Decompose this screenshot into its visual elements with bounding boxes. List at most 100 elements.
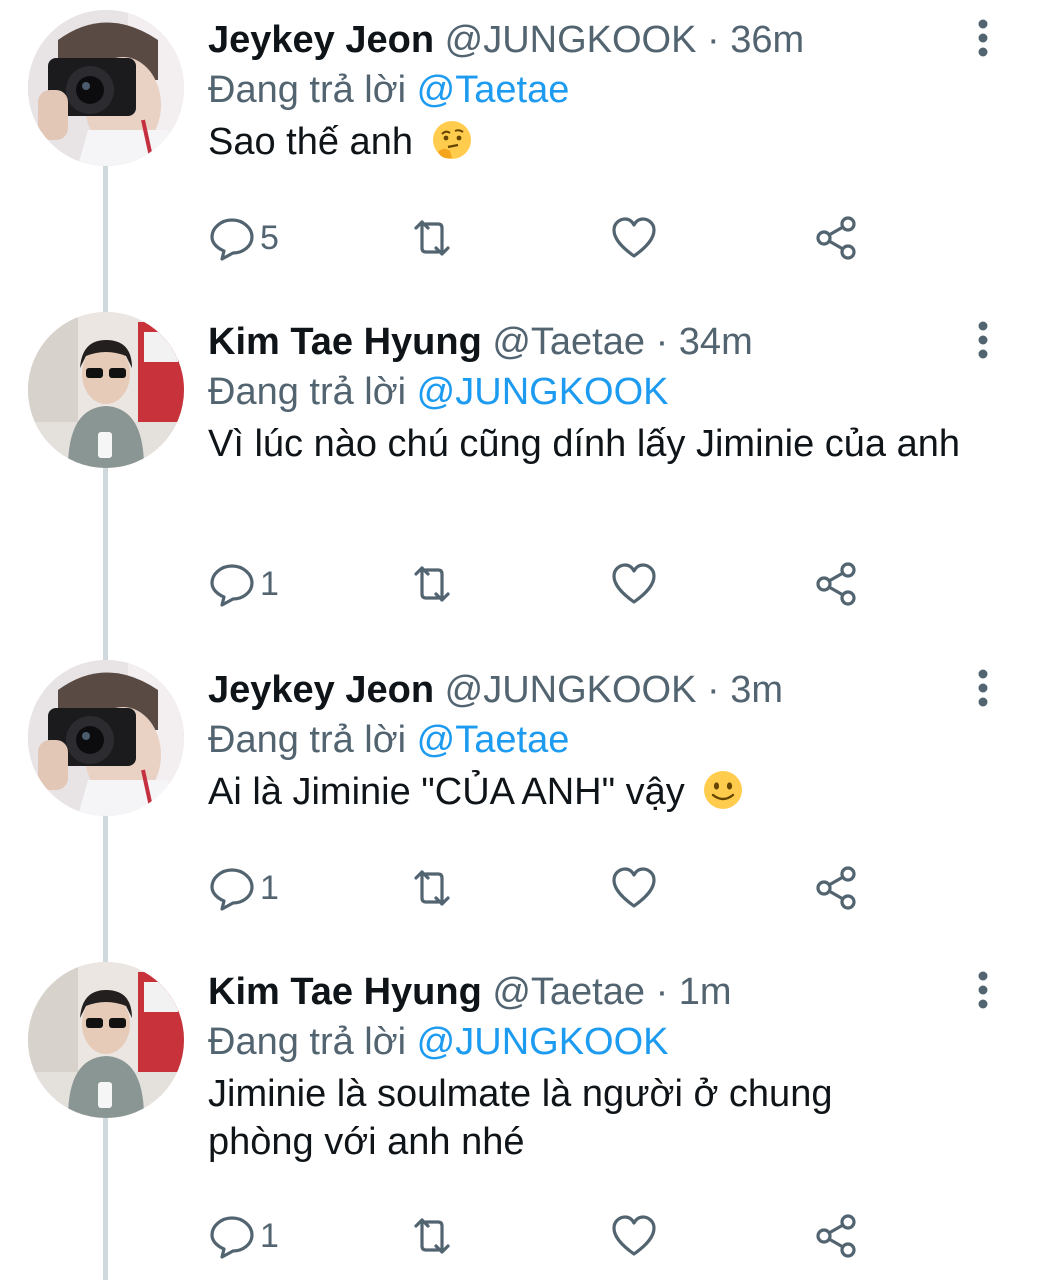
tweet-actions: 1 — [208, 554, 908, 614]
reply-count: 1 — [260, 564, 279, 603]
tweet-actions: 1 — [208, 858, 908, 918]
more-vertical-icon — [978, 971, 988, 1009]
username[interactable]: @Taetae — [492, 321, 645, 363]
display-name[interactable]: Kim Tae Hyung — [208, 321, 482, 363]
timestamp[interactable]: 1m — [679, 971, 732, 1013]
more-options-button[interactable] — [968, 966, 998, 1014]
retweet-button[interactable] — [408, 1206, 456, 1266]
camera-avatar-image — [28, 10, 184, 166]
display-name[interactable]: Kim Tae Hyung — [208, 971, 482, 1013]
reply-icon — [210, 868, 254, 911]
reply-icon — [210, 1216, 254, 1259]
tweet[interactable]: Kim Tae Hyung @Taetae · 1m Đang trả lời … — [0, 952, 1063, 1280]
more-options-button[interactable] — [968, 316, 998, 364]
replying-to-label: Đang trả lời — [208, 719, 407, 761]
tweet-text-content: Ai là Jiminie "CỦA ANH" vậy — [208, 771, 685, 813]
username[interactable]: @JUNGKOOK — [445, 19, 697, 61]
reply-icon — [210, 218, 254, 261]
tweet-header: Kim Tae Hyung @Taetae · 1m — [208, 970, 732, 1014]
share-button[interactable] — [812, 554, 860, 614]
separator: · — [707, 19, 720, 61]
replying-to-label: Đang trả lời — [208, 1021, 407, 1063]
timestamp[interactable]: 3m — [730, 669, 783, 711]
separator: · — [707, 669, 720, 711]
camera-avatar-image — [28, 660, 184, 816]
replying-to: Đang trả lời @Taetae — [208, 68, 569, 112]
more-options-button[interactable] — [968, 664, 998, 712]
reply-button[interactable]: 1 — [208, 1206, 279, 1266]
separator: · — [655, 971, 669, 1013]
tweet-text-content: Vì lúc nào chú cũng dính lấy Jiminie của… — [208, 423, 961, 465]
more-options-button[interactable] — [968, 14, 998, 62]
mention-link[interactable]: @Taetae — [417, 719, 570, 761]
retweet-button[interactable] — [408, 858, 456, 918]
replying-to: Đang trả lời @JUNGKOOK — [208, 370, 669, 414]
more-vertical-icon — [978, 321, 988, 359]
avatar[interactable] — [28, 962, 184, 1118]
tweet[interactable]: Jeykey Jeon @JUNGKOOK · 36m Đang trả lời… — [0, 0, 1063, 300]
heart-icon — [612, 217, 656, 258]
separator: · — [655, 321, 669, 363]
display-name[interactable]: Jeykey Jeon — [208, 669, 434, 711]
avatar[interactable] — [28, 660, 184, 816]
tweet-text: Sao thế anh — [208, 118, 1008, 166]
reply-icon — [210, 564, 254, 607]
tweet-text-content: Jiminie là soulmate là người ở chung phò… — [208, 1073, 833, 1163]
thinking-face-emoji — [432, 121, 471, 159]
tweet-actions: 1 — [208, 1206, 908, 1266]
replying-to-label: Đang trả lời — [208, 371, 407, 413]
tweet-text: Ai là Jiminie "CỦA ANH" vậy — [208, 768, 1008, 816]
share-icon — [816, 1214, 856, 1258]
tweet-header: Jeykey Jeon @JUNGKOOK · 3m — [208, 668, 783, 712]
timestamp[interactable]: 36m — [730, 19, 804, 61]
slightly-smiling-face-emoji — [704, 771, 743, 809]
reply-count: 1 — [260, 868, 279, 907]
retweet-icon — [414, 220, 450, 256]
reply-button[interactable]: 1 — [208, 858, 279, 918]
mention-link[interactable]: @JUNGKOOK — [417, 1021, 669, 1063]
tweet-text-content: Sao thế anh — [208, 121, 413, 163]
retweet-button[interactable] — [408, 554, 456, 614]
heart-icon — [612, 867, 656, 908]
share-icon — [816, 216, 856, 260]
username[interactable]: @JUNGKOOK — [445, 669, 697, 711]
retweet-icon — [414, 870, 450, 906]
sunglasses-avatar-image — [28, 962, 184, 1118]
tweet-header: Jeykey Jeon @JUNGKOOK · 36m — [208, 18, 804, 62]
mention-link[interactable]: @JUNGKOOK — [417, 371, 669, 413]
like-button[interactable] — [610, 554, 658, 614]
avatar[interactable] — [28, 312, 184, 468]
tweet[interactable]: Jeykey Jeon @JUNGKOOK · 3m Đang trả lời … — [0, 650, 1063, 950]
like-button[interactable] — [610, 858, 658, 918]
username[interactable]: @Taetae — [492, 971, 645, 1013]
retweet-icon — [414, 1218, 450, 1254]
like-button[interactable] — [610, 208, 658, 268]
tweet-actions: 5 — [208, 208, 908, 268]
share-icon — [816, 866, 856, 910]
share-icon — [816, 562, 856, 606]
retweet-icon — [414, 566, 450, 602]
more-vertical-icon — [978, 19, 988, 57]
tweet-header: Kim Tae Hyung @Taetae · 34m — [208, 320, 753, 364]
replying-to-label: Đang trả lời — [208, 69, 407, 111]
sunglasses-avatar-image — [28, 312, 184, 468]
reply-count: 1 — [260, 1216, 279, 1255]
share-button[interactable] — [812, 1206, 860, 1266]
mention-link[interactable]: @Taetae — [417, 69, 570, 111]
replying-to: Đang trả lời @JUNGKOOK — [208, 1020, 669, 1064]
avatar[interactable] — [28, 10, 184, 166]
tweet[interactable]: Kim Tae Hyung @Taetae · 34m Đang trả lời… — [0, 302, 1063, 642]
share-button[interactable] — [812, 858, 860, 918]
reply-button[interactable]: 1 — [208, 554, 279, 614]
replying-to: Đang trả lời @Taetae — [208, 718, 569, 762]
reply-button[interactable]: 5 — [208, 208, 279, 268]
like-button[interactable] — [610, 1206, 658, 1266]
timestamp[interactable]: 34m — [679, 321, 753, 363]
share-button[interactable] — [812, 208, 860, 268]
display-name[interactable]: Jeykey Jeon — [208, 19, 434, 61]
retweet-button[interactable] — [408, 208, 456, 268]
tweet-text: Vì lúc nào chú cũng dính lấy Jiminie của… — [208, 420, 968, 468]
more-vertical-icon — [978, 669, 988, 707]
heart-icon — [612, 1215, 656, 1256]
reply-count: 5 — [260, 218, 279, 257]
